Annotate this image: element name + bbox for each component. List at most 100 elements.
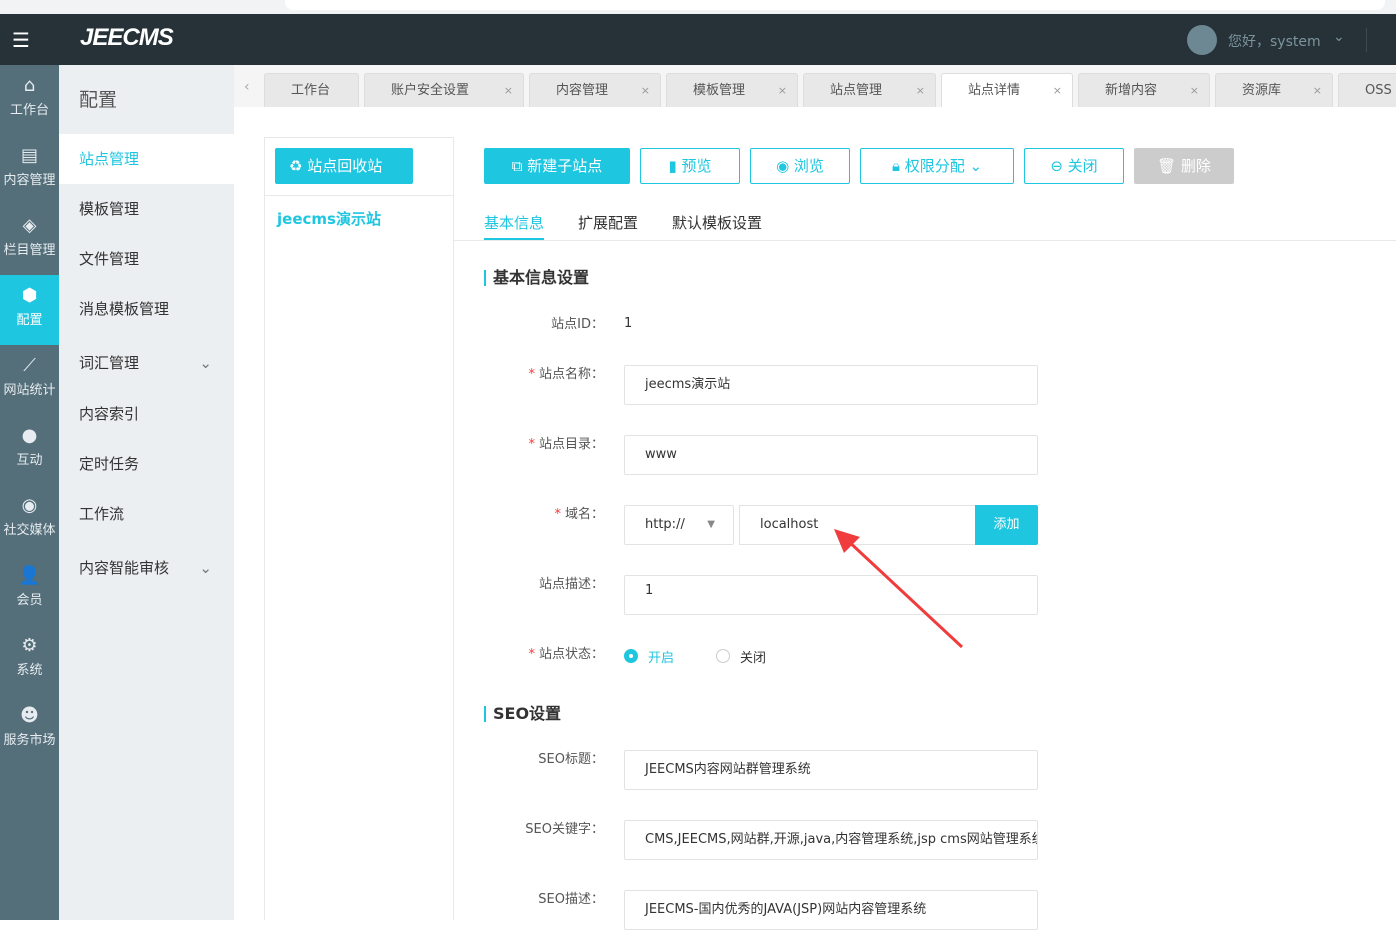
- eye-icon: ◉: [776, 157, 794, 175]
- tab-site-management[interactable]: 站点管理 ×: [803, 73, 936, 107]
- submenu-smart-review[interactable]: 内容智能审核 ⌄: [59, 543, 234, 593]
- layers-icon: ◈: [22, 215, 37, 236]
- tab-workbench[interactable]: 工作台: [264, 73, 359, 107]
- tab-resources[interactable]: 资源库 ×: [1215, 73, 1333, 107]
- submenu-file[interactable]: 文件管理: [59, 234, 234, 284]
- chevron-down-icon[interactable]: ⌄: [1333, 29, 1345, 45]
- chevron-down-icon: ⌄: [199, 354, 212, 372]
- status-off-label[interactable]: 关闭: [740, 647, 766, 666]
- label: 内容索引: [79, 405, 140, 423]
- tab-site-detail[interactable]: 站点详情 ×: [941, 73, 1073, 107]
- lock-icon: 🔒︎: [891, 157, 905, 175]
- close-icon[interactable]: ×: [1190, 74, 1199, 108]
- close-icon[interactable]: ×: [916, 74, 925, 108]
- module-market[interactable]: ☻ 服务市场: [0, 695, 59, 765]
- home-icon: ⌂: [23, 75, 36, 96]
- submenu-template[interactable]: 模板管理: [59, 184, 234, 234]
- tab-default-template[interactable]: 默认模板设置: [672, 212, 762, 233]
- tab-basic-info[interactable]: 基本信息: [484, 212, 544, 233]
- tab-account-security[interactable]: 账户安全设置 ×: [364, 73, 524, 107]
- divider: [454, 240, 1396, 241]
- label: 模板管理: [79, 200, 140, 218]
- submenu-message-template[interactable]: 消息模板管理: [59, 284, 234, 334]
- site-recycle-button[interactable]: ♻ 站点回收站: [275, 148, 413, 184]
- module-sidebar: ⌂ 工作台 ▤ 内容管理 ◈ 栏目管理 ⬢ 配置 ⟋ 网站统计 ● 互动 ◉ 社交媒体 👤 会员…: [0, 65, 59, 920]
- module-interaction[interactable]: ● 互动: [0, 415, 59, 485]
- user-greeting[interactable]: 您好，system: [1228, 31, 1321, 51]
- avatar[interactable]: [1187, 25, 1217, 55]
- chart-icon: ⟋: [23, 355, 36, 376]
- tab-new-content[interactable]: 新增内容 ×: [1078, 73, 1210, 107]
- submenu-index[interactable]: 内容索引: [59, 389, 234, 439]
- permission-button[interactable]: 🔒︎ 权限分配 ⌄: [860, 148, 1014, 184]
- seo-title-label: SEO标题：: [538, 752, 604, 767]
- preview-button[interactable]: ▮ 预览: [640, 148, 740, 184]
- add-domain-button[interactable]: 添加: [975, 505, 1038, 545]
- status-off-radio[interactable]: [716, 649, 730, 663]
- logo: JEECMS: [80, 24, 174, 51]
- config-submenu: 配置 站点管理 模板管理 文件管理 消息模板管理 词汇管理 ⌄ 内容索引 定时任务…: [59, 65, 234, 920]
- new-subsite-button[interactable]: ⧉ 新建子站点: [484, 148, 630, 184]
- close-icon[interactable]: ×: [504, 74, 513, 108]
- divider: [265, 195, 453, 196]
- tab-label: OSS: [1365, 83, 1392, 98]
- site-name-input[interactable]: jeecms演示站: [624, 365, 1038, 405]
- site-dir-input[interactable]: www: [624, 435, 1038, 475]
- protocol-select[interactable]: http:// ▼: [624, 505, 734, 545]
- chevron-left-icon[interactable]: ‹: [244, 79, 250, 95]
- label: 文件管理: [79, 250, 140, 268]
- seo-keywords-input[interactable]: CMS,JEECMS,网站群,开源,java,内容管理系统,jsp cms网站管…: [624, 820, 1038, 860]
- browser-bar: [0, 0, 1396, 14]
- submenu-site-management[interactable]: 站点管理: [59, 134, 234, 184]
- submenu-vocabulary[interactable]: 词汇管理 ⌄: [59, 338, 234, 388]
- recycle-icon: ♻: [289, 157, 308, 175]
- module-content[interactable]: ▤ 内容管理: [0, 135, 59, 205]
- minus-circle-icon: ⊖: [1050, 157, 1068, 175]
- tab-label: 新增内容: [1105, 83, 1158, 98]
- module-member[interactable]: 👤 会员: [0, 555, 59, 625]
- submenu-scheduled[interactable]: 定时任务: [59, 439, 234, 489]
- module-workbench[interactable]: ⌂ 工作台: [0, 65, 59, 135]
- label: 词汇管理: [79, 354, 140, 372]
- tab-label: 资源库: [1242, 83, 1282, 98]
- label: 工作流: [79, 505, 125, 523]
- close-icon[interactable]: ×: [1053, 74, 1062, 108]
- module-system[interactable]: ⚙ 系统: [0, 625, 59, 695]
- status-on-label[interactable]: 开启: [648, 647, 674, 666]
- browse-button[interactable]: ◉ 浏览: [750, 148, 850, 184]
- tab-oss[interactable]: OSS: [1338, 73, 1396, 107]
- module-social[interactable]: ◉ 社交媒体: [0, 485, 59, 555]
- site-dir-label: * 站点目录：: [528, 437, 604, 452]
- close-site-button[interactable]: ⊖ 关闭: [1024, 148, 1124, 184]
- tab-content[interactable]: 内容管理 ×: [529, 73, 661, 107]
- add-page-icon: ⧉: [511, 157, 528, 175]
- delete-button[interactable]: 🗑︎ 删除: [1134, 148, 1234, 184]
- module-config[interactable]: ⬢ 配置: [0, 275, 59, 345]
- cube-icon: ⬢: [21, 285, 38, 306]
- module-channel[interactable]: ◈ 栏目管理: [0, 205, 59, 275]
- seo-desc-input[interactable]: JEECMS-国内优秀的JAVA(JSP)网站内容管理系统: [624, 890, 1038, 930]
- site-name-label: * 站点名称：: [528, 367, 604, 382]
- site-id-value: 1: [624, 316, 633, 331]
- chat-icon: ●: [21, 425, 38, 446]
- module-stats[interactable]: ⟋ 网站统计: [0, 345, 59, 415]
- document-icon: ▤: [20, 145, 38, 166]
- close-icon[interactable]: ×: [778, 74, 787, 108]
- tab-template[interactable]: 模板管理 ×: [666, 73, 798, 107]
- hamburger-menu-icon[interactable]: ☰: [12, 28, 30, 52]
- label: 站点管理: [79, 150, 140, 168]
- site-tree-item[interactable]: jeecms演示站: [277, 208, 381, 229]
- tab-label: 站点详情: [968, 83, 1021, 98]
- address-bar[interactable]: [285, 0, 1385, 10]
- tab-label: 站点管理: [830, 83, 883, 98]
- tab-bar: ‹ 工作台 账户安全设置 × 内容管理 × 模板管理 × 站点管理 × 站点详情 × 新增…: [234, 65, 1396, 107]
- tab-extended-config[interactable]: 扩展配置: [578, 212, 638, 233]
- seo-title-input[interactable]: JEECMS内容网站群管理系统: [624, 750, 1038, 790]
- close-icon[interactable]: ×: [1313, 74, 1322, 108]
- close-icon[interactable]: ×: [641, 74, 650, 108]
- submenu-workflow[interactable]: 工作流: [59, 489, 234, 539]
- status-on-radio[interactable]: [624, 649, 638, 663]
- label: 新建子站点: [527, 157, 603, 175]
- support-icon: ☻: [20, 705, 39, 726]
- member-icon: 👤: [18, 565, 41, 586]
